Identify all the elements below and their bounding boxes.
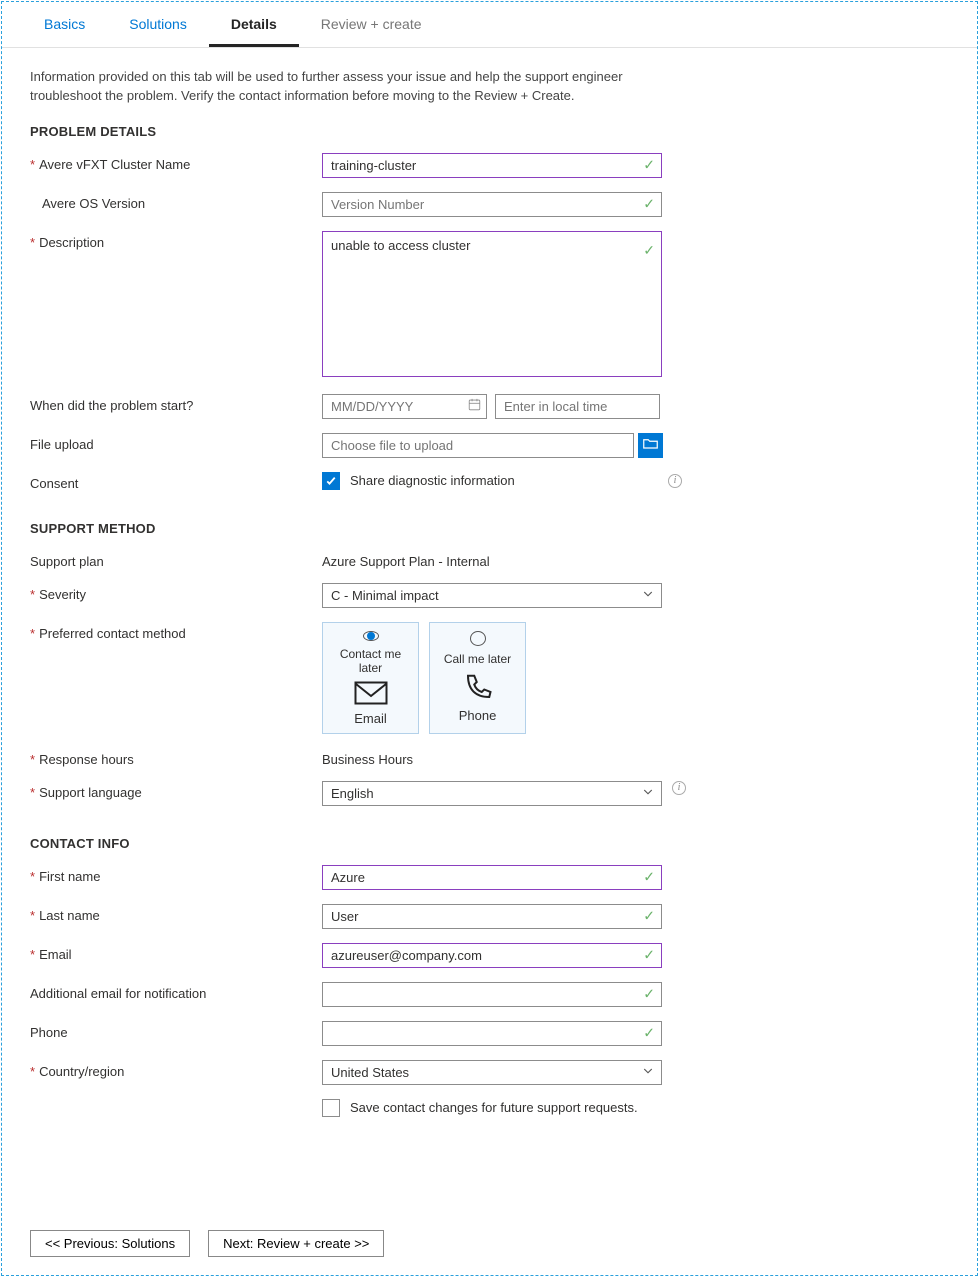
card-email-caption: Email — [354, 711, 387, 726]
description-input[interactable]: unable to access cluster — [322, 231, 662, 377]
wizard-footer: << Previous: Solutions Next: Review + cr… — [2, 1214, 977, 1275]
consent-label: Share diagnostic information — [350, 473, 515, 488]
label-email: Email — [39, 947, 72, 962]
tabs: Basics Solutions Details Review + create — [2, 2, 977, 48]
required-marker: * — [30, 235, 35, 250]
save-contact-label: Save contact changes for future support … — [350, 1100, 638, 1115]
additional-email-input[interactable] — [322, 982, 662, 1007]
required-marker: * — [30, 908, 35, 923]
consent-checkbox[interactable] — [322, 472, 340, 490]
label-support-plan: Support plan — [30, 554, 104, 569]
required-marker: * — [30, 947, 35, 962]
card-phone-top: Call me later — [444, 652, 511, 666]
form-scroll[interactable]: Information provided on this tab will be… — [2, 48, 977, 1214]
contact-card-email[interactable]: Contact me later Email — [322, 622, 419, 734]
previous-button[interactable]: << Previous: Solutions — [30, 1230, 190, 1257]
required-marker: * — [30, 587, 35, 602]
required-marker: * — [30, 785, 35, 800]
label-additional-email: Additional email for notification — [30, 986, 206, 1001]
required-marker: * — [30, 626, 35, 641]
cluster-name-input[interactable] — [322, 153, 662, 178]
label-phone: Phone — [30, 1025, 68, 1040]
radio-phone[interactable] — [470, 631, 486, 646]
contact-card-phone[interactable]: Call me later Phone — [429, 622, 526, 734]
label-response-hours: Response hours — [39, 752, 134, 767]
phone-input[interactable] — [322, 1021, 662, 1046]
required-marker: * — [30, 869, 35, 884]
folder-icon — [643, 437, 658, 453]
radio-email[interactable] — [363, 631, 379, 641]
label-os-version: Avere OS Version — [42, 196, 145, 211]
response-hours-value: Business Hours — [322, 748, 413, 767]
section-support-method: SUPPORT METHOD — [30, 521, 949, 536]
save-contact-checkbox[interactable] — [322, 1099, 340, 1117]
label-severity: Severity — [39, 587, 86, 602]
required-marker: * — [30, 1064, 35, 1079]
label-consent: Consent — [30, 476, 78, 491]
severity-select[interactable] — [322, 583, 662, 608]
tab-basics[interactable]: Basics — [22, 2, 107, 47]
required-marker: * — [30, 157, 35, 172]
phone-icon — [463, 672, 493, 702]
info-icon[interactable]: i — [672, 781, 686, 795]
label-problem-start: When did the problem start? — [30, 398, 193, 413]
first-name-input[interactable] — [322, 865, 662, 890]
card-email-top: Contact me later — [327, 647, 414, 675]
tab-review-create[interactable]: Review + create — [299, 2, 444, 47]
support-plan-value: Azure Support Plan - Internal — [322, 550, 490, 569]
label-last-name: Last name — [39, 908, 100, 923]
label-first-name: First name — [39, 869, 100, 884]
email-input[interactable] — [322, 943, 662, 968]
label-country: Country/region — [39, 1064, 124, 1079]
info-icon[interactable]: i — [668, 474, 682, 488]
country-select[interactable] — [322, 1060, 662, 1085]
section-problem-details: PROBLEM DETAILS — [30, 124, 949, 139]
label-file-upload: File upload — [30, 437, 94, 452]
intro-text: Information provided on this tab will be… — [30, 68, 650, 106]
tab-details[interactable]: Details — [209, 2, 299, 47]
tab-solutions[interactable]: Solutions — [107, 2, 209, 47]
next-button[interactable]: Next: Review + create >> — [208, 1230, 384, 1257]
support-language-select[interactable] — [322, 781, 662, 806]
file-upload-input[interactable] — [322, 433, 634, 458]
label-support-language: Support language — [39, 785, 142, 800]
file-browse-button[interactable] — [638, 433, 663, 458]
mail-icon — [354, 681, 388, 705]
label-contact-method: Preferred contact method — [39, 626, 186, 641]
last-name-input[interactable] — [322, 904, 662, 929]
section-contact-info: CONTACT INFO — [30, 836, 949, 851]
required-marker: * — [30, 752, 35, 767]
card-phone-caption: Phone — [459, 708, 497, 723]
problem-time-input[interactable] — [495, 394, 660, 419]
problem-date-input[interactable] — [322, 394, 487, 419]
label-description: Description — [39, 235, 104, 250]
label-cluster-name: Avere vFXT Cluster Name — [39, 157, 190, 172]
os-version-input[interactable] — [322, 192, 662, 217]
